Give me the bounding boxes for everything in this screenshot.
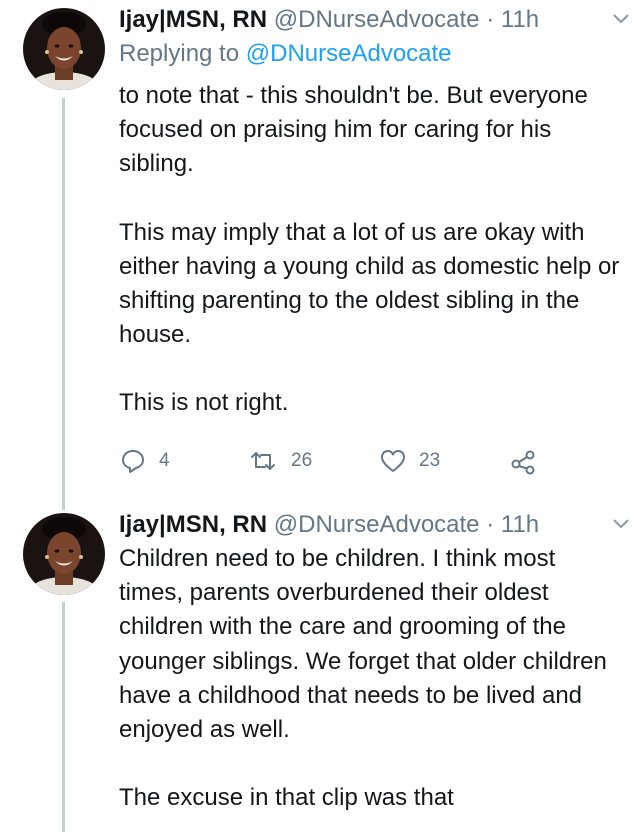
avatar-image [23, 8, 105, 90]
tweet-paragraph: Children need to be children. I think mo… [119, 545, 607, 744]
timestamp[interactable]: 11h [501, 511, 539, 538]
tweet-text: Children need to be children. I think mo… [119, 542, 624, 815]
reply-icon [119, 447, 147, 475]
reply-button[interactable]: 4 [119, 446, 170, 476]
replying-label: Replying to [119, 40, 240, 67]
tweet-paragraph: This is not right. [119, 389, 289, 417]
thread-line [62, 98, 65, 510]
tweet-header: Ijay|MSN, RN @DNurseAdvocate · 11h [119, 508, 630, 542]
replying-mention[interactable]: @DNurseAdvocate [246, 40, 452, 67]
tweet-paragraph: to note that - this shouldn't be. But ev… [119, 82, 588, 178]
tweet-2[interactable]: Ijay|MSN, RN @DNurseAdvocate · 11h Child… [0, 505, 640, 832]
replying-to: Replying to @DNurseAdvocate [119, 37, 452, 71]
like-icon [379, 447, 407, 475]
tweet-header: Ijay|MSN, RN @DNurseAdvocate · 11h [119, 3, 630, 37]
separator: · [486, 6, 495, 33]
tweet-paragraph: This may imply that a lot of us are okay… [119, 218, 620, 349]
like-button[interactable]: 23 [379, 446, 440, 476]
tweet-text: to note that - this shouldn't be. But ev… [119, 79, 624, 421]
chevron-down-icon[interactable] [612, 517, 630, 529]
retweet-count: 26 [291, 450, 313, 471]
handle[interactable]: @DNurseAdvocate [274, 6, 480, 33]
avatar-image [23, 513, 105, 595]
avatar[interactable] [23, 513, 105, 595]
tweet-paragraph: The excuse in that clip was that [119, 784, 454, 812]
avatar[interactable] [23, 8, 105, 90]
display-name[interactable]: Ijay|MSN, RN [119, 511, 267, 538]
retweet-icon [247, 447, 279, 475]
share-button[interactable] [509, 446, 537, 476]
handle[interactable]: @DNurseAdvocate [274, 511, 480, 538]
retweet-button[interactable]: 26 [247, 446, 312, 476]
reply-count: 4 [159, 450, 170, 471]
share-icon [509, 447, 537, 475]
timestamp[interactable]: 11h [501, 6, 539, 33]
tweet-1[interactable]: Ijay|MSN, RN @DNurseAdvocate · 11h Reply… [0, 0, 640, 510]
tweet-actions: 4 26 23 [119, 446, 539, 476]
like-count: 23 [419, 450, 441, 471]
chevron-down-icon[interactable] [612, 12, 630, 24]
separator: · [486, 511, 495, 538]
thread-line [62, 602, 65, 832]
display-name[interactable]: Ijay|MSN, RN [119, 6, 267, 33]
